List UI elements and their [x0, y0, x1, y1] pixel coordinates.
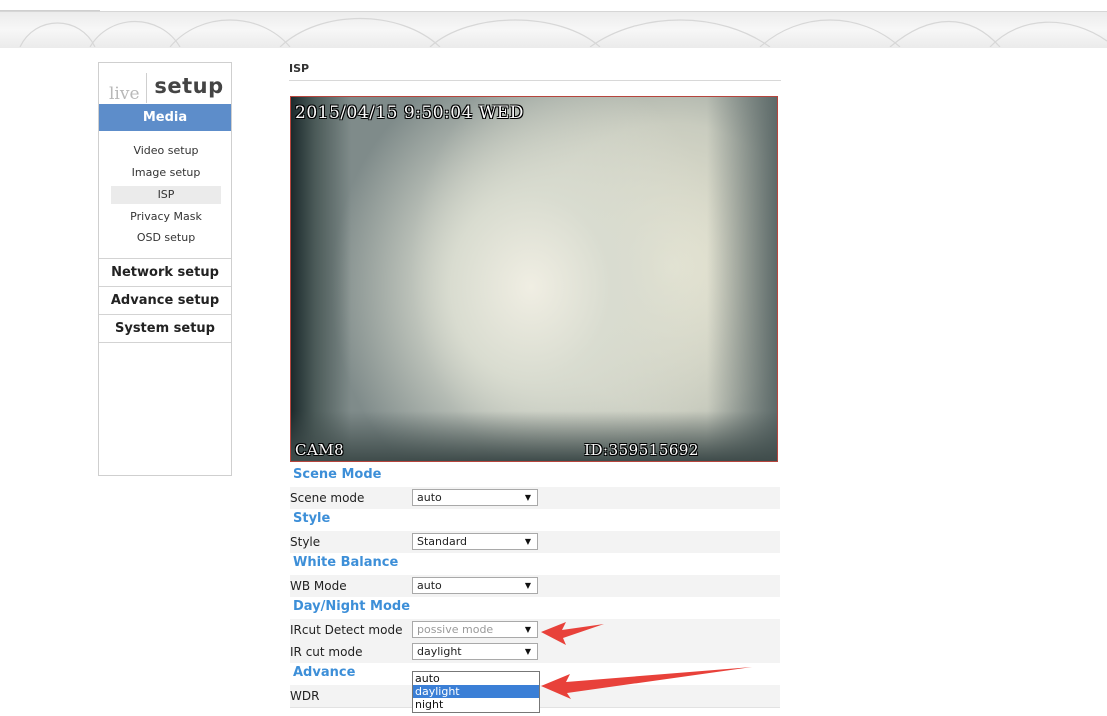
chevron-down-icon: ▼ — [524, 647, 531, 656]
wdr-label: WDR — [290, 689, 320, 703]
ir-cut-mode-label: IR cut mode — [290, 645, 363, 659]
form-row-scene-mode: Scene mode auto ▼ — [290, 487, 780, 510]
style-select[interactable]: Standard ▼ — [412, 533, 538, 550]
form-row-ircut-detect: IRcut Detect mode possive mode ▼ — [290, 619, 780, 642]
section-title: Scene Mode — [293, 467, 382, 482]
ir-cut-mode-dropdown-list: auto daylight night — [412, 671, 540, 713]
section-header-white-balance: White Balance — [290, 553, 780, 576]
scene-mode-select[interactable]: auto ▼ — [412, 489, 538, 506]
sidebar-item-isp[interactable]: ISP — [111, 186, 221, 204]
video-timestamp: 2015/04/15 9:50:04 WED — [295, 103, 524, 123]
section-header-scene-mode: Scene Mode — [290, 465, 780, 488]
section-title: Style — [293, 511, 331, 526]
form-row-wb-mode: WB Mode auto ▼ — [290, 575, 780, 598]
sidebar-section-advance[interactable]: Advance setup — [99, 286, 231, 314]
chevron-down-icon: ▼ — [524, 537, 531, 546]
section-header-style: Style — [290, 509, 780, 532]
style-label: Style — [290, 535, 321, 549]
ir-cut-mode-select[interactable]: daylight ▼ — [412, 643, 538, 660]
scene-mode-label: Scene mode — [290, 491, 365, 505]
tab-live[interactable]: live — [99, 73, 147, 104]
video-camera-name: CAM8 — [295, 441, 345, 459]
video-device-id: ID:359515692 — [584, 441, 699, 459]
section-header-day-night: Day/Night Mode — [290, 597, 780, 620]
sidebar-item-image-setup[interactable]: Image setup — [111, 164, 221, 182]
wb-mode-select[interactable]: auto ▼ — [412, 577, 538, 594]
page-title: ISP — [289, 62, 310, 75]
ircut-detect-label: IRcut Detect mode — [290, 623, 403, 637]
chevron-down-icon: ▼ — [524, 581, 531, 590]
tab-setup[interactable]: setup — [147, 63, 231, 104]
form-row-ir-cut-mode: IR cut mode daylight ▼ — [290, 641, 780, 664]
sidebar-section-network[interactable]: Network setup — [99, 258, 231, 286]
chevron-down-icon: ▼ — [524, 493, 531, 502]
sidebar-section-media[interactable]: Media — [99, 104, 231, 131]
sidebar: live setup Media Video setup Image setup… — [98, 62, 232, 476]
wb-mode-label: WB Mode — [290, 579, 347, 593]
video-preview: 2015/04/15 9:50:04 WED CAM8 ID:359515692 — [290, 96, 778, 462]
title-divider — [289, 80, 781, 81]
top-banner — [0, 0, 1107, 48]
sidebar-item-video-setup[interactable]: Video setup — [111, 142, 221, 160]
section-title: Day/Night Mode — [293, 599, 411, 614]
sidebar-item-privacy-mask[interactable]: Privacy Mask — [111, 208, 221, 226]
chevron-down-icon: ▼ — [524, 625, 531, 634]
sidebar-item-osd-setup[interactable]: OSD setup — [111, 229, 221, 247]
section-title: White Balance — [293, 555, 399, 570]
sidebar-section-system[interactable]: System setup — [99, 314, 231, 343]
decorative-curves — [19, 17, 1107, 47]
form-row-style: Style Standard ▼ — [290, 531, 780, 554]
dropdown-option-auto[interactable]: auto — [413, 672, 539, 685]
ircut-detect-select[interactable]: possive mode ▼ — [412, 621, 538, 638]
dropdown-option-daylight[interactable]: daylight — [413, 685, 539, 698]
section-title: Advance — [293, 665, 356, 680]
dropdown-option-night[interactable]: night — [413, 698, 539, 711]
